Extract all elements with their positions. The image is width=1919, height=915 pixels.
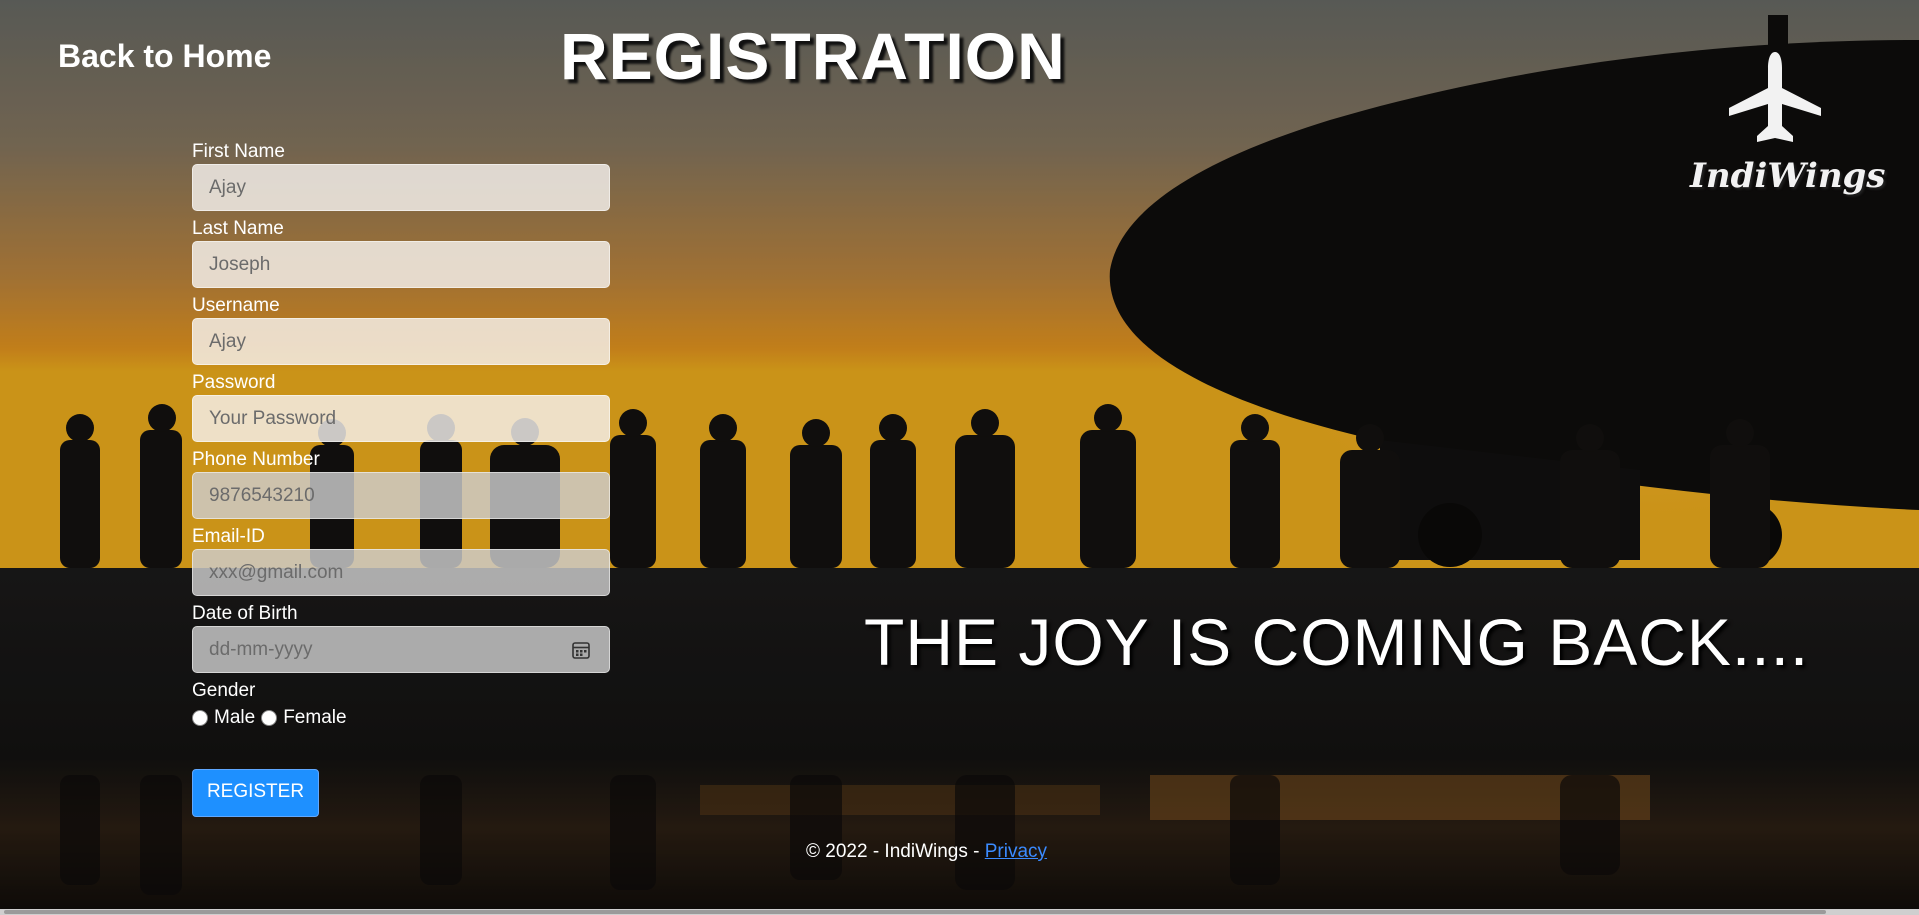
- gender-female-label: Female: [283, 707, 347, 728]
- gender-male-label: Male: [214, 707, 256, 728]
- scrollbar-thumb[interactable]: [4, 910, 1826, 914]
- phone-number-input[interactable]: 9876543210: [192, 472, 610, 519]
- page-title: REGISTRATION: [560, 19, 1066, 93]
- username-input[interactable]: Ajay: [192, 318, 610, 365]
- airplane-icon: [1729, 52, 1821, 142]
- brand-logo: IndiWings: [1690, 50, 1886, 210]
- first-name-label: First Name: [192, 141, 285, 162]
- dob-label: Date of Birth: [192, 603, 298, 624]
- last-name-label: Last Name: [192, 218, 284, 239]
- dob-input[interactable]: dd-mm-yyyy: [192, 626, 610, 673]
- phone-number-label: Phone Number: [192, 449, 320, 470]
- footer-copyright: © 2022 - IndiWings -: [806, 841, 985, 862]
- username-label: Username: [192, 295, 280, 316]
- back-to-home-link[interactable]: Back to Home: [58, 38, 271, 75]
- gender-male-radio[interactable]: [192, 710, 208, 726]
- gender-options: Male Female: [192, 705, 612, 731]
- last-name-input[interactable]: Joseph: [192, 241, 610, 288]
- password-input[interactable]: Your Password: [192, 395, 610, 442]
- tagline: THE JOY IS COMING BACK....: [864, 605, 1810, 679]
- email-label: Email-ID: [192, 526, 265, 547]
- gender-label: Gender: [192, 680, 256, 701]
- email-input[interactable]: xxx@gmail.com: [192, 549, 610, 596]
- privacy-link[interactable]: Privacy: [985, 841, 1047, 862]
- brand-name: IndiWings: [1690, 156, 1886, 196]
- gender-female-radio[interactable]: [261, 710, 278, 726]
- first-name-input[interactable]: Ajay: [192, 164, 610, 211]
- footer: © 2022 - IndiWings - Privacy: [806, 841, 1047, 863]
- dob-placeholder: dd-mm-yyyy: [209, 639, 313, 660]
- horizontal-scrollbar[interactable]: [0, 909, 1919, 915]
- registration-form: First Name Ajay Last Name Joseph Usernam…: [192, 140, 612, 731]
- register-button[interactable]: REGISTER: [192, 769, 319, 817]
- password-label: Password: [192, 372, 276, 393]
- calendar-icon[interactable]: [571, 640, 591, 660]
